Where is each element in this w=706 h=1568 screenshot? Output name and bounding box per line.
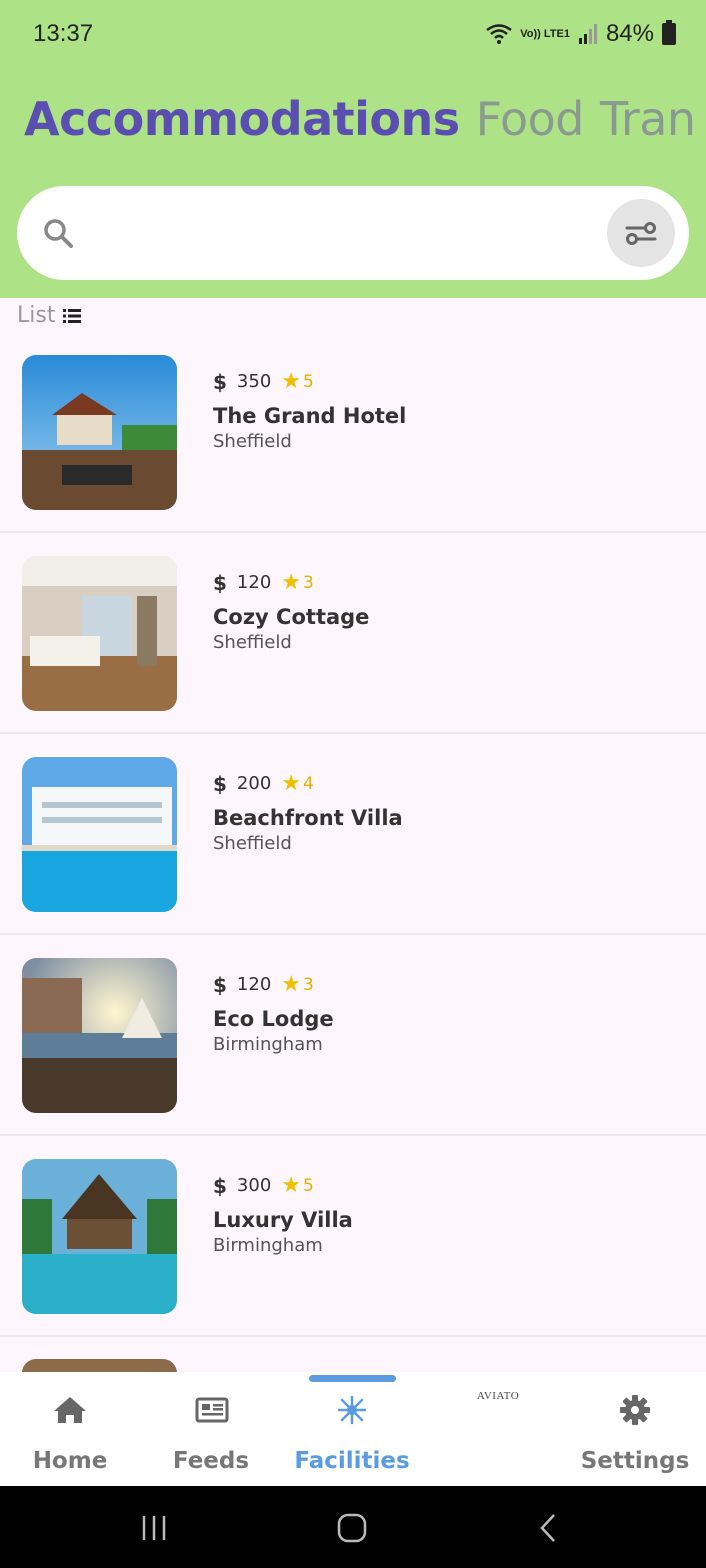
- snowflake-icon: [337, 1395, 367, 1425]
- battery-icon: [662, 20, 676, 45]
- item-info: $120 ★ 3 Cozy Cottage Sheffield: [213, 570, 369, 653]
- nav-facilities[interactable]: Facilities: [282, 1390, 422, 1474]
- rating: 3: [303, 572, 314, 593]
- rating: 5: [303, 1175, 314, 1196]
- nav-home[interactable]: Home: [0, 1390, 140, 1474]
- battery-percent: 84%: [605, 20, 654, 47]
- nav-feeds-label: Feeds: [172, 1448, 250, 1474]
- status-time: 13:37: [33, 20, 94, 47]
- list-icon: [63, 308, 82, 323]
- nav-settings[interactable]: Settings: [565, 1390, 705, 1474]
- hotel-photo: [22, 556, 177, 711]
- nav-feeds[interactable]: Feeds: [141, 1390, 281, 1474]
- back-icon[interactable]: [538, 1512, 558, 1544]
- list-item[interactable]: $200 ★ 4 Beachfront Villa Sheffield: [0, 735, 706, 935]
- rating: 4: [303, 773, 314, 794]
- item-city: Birmingham: [213, 1235, 323, 1256]
- dollar-icon: $: [213, 972, 227, 997]
- status-icons: Vo)) LTE1 84%: [486, 20, 676, 48]
- star-icon: ★: [281, 972, 302, 997]
- wifi-icon: [486, 24, 512, 44]
- list-item[interactable]: $120 ★ 3 Cozy Cottage Sheffield: [0, 534, 706, 734]
- nav-active-indicator: [309, 1375, 396, 1382]
- tab-accommodations[interactable]: Accommodations: [24, 92, 460, 146]
- nav-facilities-label: Facilities: [294, 1448, 410, 1474]
- recent-apps-icon[interactable]: [140, 1514, 168, 1542]
- tab-transport[interactable]: Tran: [600, 92, 696, 146]
- search-bar[interactable]: [17, 186, 689, 280]
- list-view-toggle[interactable]: List: [17, 303, 82, 328]
- home-icon: [54, 1397, 86, 1423]
- item-info: $350 ★ 5 The Grand Hotel Sheffield: [213, 369, 406, 452]
- item-info: $300 ★ 5 Luxury Villa Birmingham: [213, 1173, 353, 1256]
- list-label: List: [17, 303, 56, 328]
- item-city: Birmingham: [213, 1034, 323, 1055]
- item-info: $200 ★ 4 Beachfront Villa Sheffield: [213, 771, 403, 854]
- hotel-photo: [22, 958, 177, 1113]
- price: 350: [236, 371, 272, 392]
- dollar-icon: $: [213, 771, 227, 796]
- signal-icon: [578, 24, 597, 44]
- star-icon: ★: [281, 771, 302, 796]
- aviato-logo: AVIATO: [476, 1390, 520, 1402]
- item-name: Cozy Cottage: [213, 605, 370, 629]
- item-name: The Grand Hotel: [213, 404, 407, 428]
- hotel-photo-partial: [22, 1359, 177, 1373]
- item-name: Beachfront Villa: [213, 806, 403, 830]
- lte-indicator: Vo)) LTE1: [520, 27, 570, 40]
- star-icon: ★: [281, 369, 302, 394]
- dollar-icon: $: [213, 1173, 227, 1198]
- item-name: Eco Lodge: [213, 1007, 334, 1031]
- gear-icon: [620, 1395, 650, 1425]
- price: 120: [236, 572, 272, 593]
- item-city: Sheffield: [213, 431, 292, 452]
- item-name: Luxury Villa: [213, 1208, 353, 1232]
- star-icon: ★: [281, 570, 302, 595]
- nav-settings-label: Settings: [580, 1448, 690, 1474]
- bottom-nav: Home Feeds Facilities AVIATO Settings: [0, 1372, 706, 1486]
- item-city: Sheffield: [213, 632, 292, 653]
- hotel-photo: [22, 355, 177, 510]
- filter-icon: [625, 222, 657, 245]
- hotel-photo: [22, 757, 177, 912]
- dollar-icon: $: [213, 369, 227, 394]
- tab-food[interactable]: Food: [476, 92, 585, 146]
- category-tabs: Accommodations Food Tran: [24, 92, 706, 146]
- filter-button[interactable]: [607, 199, 675, 267]
- list-item[interactable]: $350 ★ 5 The Grand Hotel Sheffield: [0, 333, 706, 533]
- rating: 5: [303, 371, 314, 392]
- list-item[interactable]: $300 ★ 5 Luxury Villa Birmingham: [0, 1137, 706, 1337]
- price: 120: [236, 974, 272, 995]
- newspaper-icon: [195, 1397, 229, 1423]
- price: 300: [236, 1175, 272, 1196]
- hotel-photo: [22, 1159, 177, 1314]
- item-info: $120 ★ 3 Eco Lodge Birmingham: [213, 972, 334, 1055]
- nav-home-label: Home: [32, 1448, 108, 1474]
- star-icon: ★: [281, 1173, 302, 1198]
- item-city: Sheffield: [213, 833, 292, 854]
- search-icon: [44, 219, 73, 248]
- price: 200: [236, 773, 272, 794]
- home-button-icon[interactable]: [337, 1513, 367, 1543]
- app-header: 13:37 Vo)) LTE1 84% Accommodations Food …: [0, 0, 706, 298]
- system-nav-bar: [0, 1486, 706, 1568]
- list-item[interactable]: $120 ★ 3 Eco Lodge Birmingham: [0, 936, 706, 1136]
- rating: 3: [303, 974, 314, 995]
- dollar-icon: $: [213, 570, 227, 595]
- nav-aviato[interactable]: AVIATO: [428, 1390, 568, 1430]
